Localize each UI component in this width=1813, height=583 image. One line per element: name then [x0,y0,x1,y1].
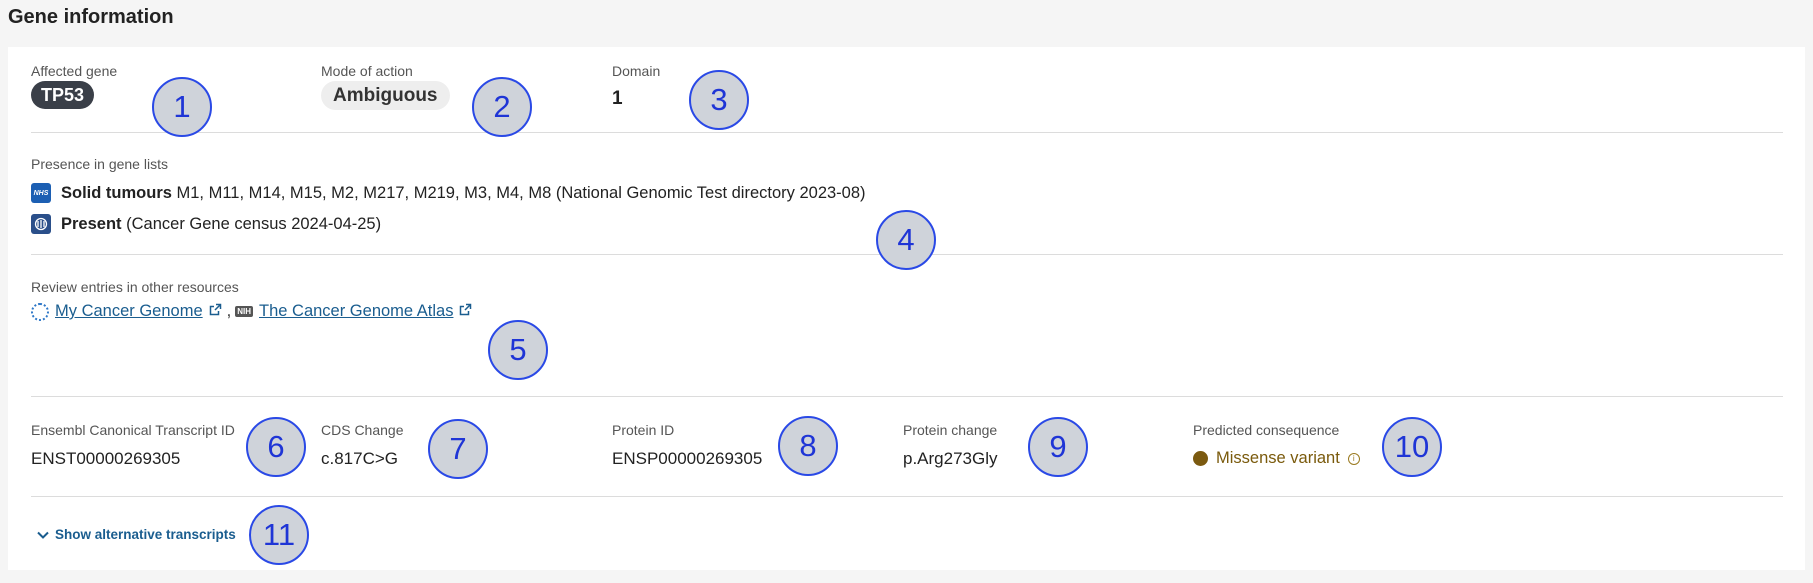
gene-list-detail: M1, M11, M14, M15, M2, M217, M219, M3, M… [176,183,866,202]
gene-list-title: Solid tumours [61,183,172,202]
external-link-icon [209,302,222,321]
annotation-marker-4: 4 [876,210,936,270]
divider [31,132,1783,133]
affected-gene-badge[interactable]: TP53 [31,81,95,109]
cancer-genome-atlas-link[interactable]: The Cancer Genome Atlas [259,302,453,321]
page-title: Gene information [8,6,174,28]
domain-label: Domain [612,63,661,79]
cds-change-value: c.817C>G [321,449,399,468]
resource-links: My Cancer Genome , NIH The Cancer Genome… [31,302,477,321]
gene-info-card: Affected gene TP53 Mode of action Ambigu… [8,47,1805,570]
affected-gene-value: TP53 [31,81,95,109]
annotation-marker-10: 10 [1382,417,1442,477]
predicted-consequence-label: Predicted consequence [1193,422,1340,438]
nih-icon: NIH [235,306,254,317]
cds-change-label: CDS Change [321,422,404,438]
my-cancer-genome-link[interactable]: My Cancer Genome [55,302,203,321]
annotation-marker-3: 3 [689,70,749,130]
annotation-marker-2: 2 [472,77,532,137]
annotation-marker-7: 7 [428,419,488,479]
cancer-gene-census-icon [31,214,51,234]
ensembl-transcript-label: Ensembl Canonical Transcript ID [31,422,235,438]
affected-gene-label: Affected gene [31,63,118,79]
my-cancer-genome-icon [31,302,49,321]
external-link-icon [459,302,472,321]
annotation-marker-5: 5 [488,320,548,380]
divider [31,496,1783,497]
consequence-dot-icon [1193,451,1208,466]
gene-list-detail: (Cancer Gene census 2024-04-25) [126,214,382,233]
chevron-down-icon [37,527,49,542]
domain-value: 1 [612,88,623,109]
protein-change-value: p.Arg273Gly [903,449,998,468]
divider [31,396,1783,397]
annotation-marker-9: 9 [1028,417,1088,477]
show-alternative-transcripts-label: Show alternative transcripts [55,527,236,542]
show-alternative-transcripts-button[interactable]: Show alternative transcripts [37,527,236,542]
link-separator: , [226,302,232,320]
mode-of-action-value: Ambiguous [321,81,450,110]
gene-list-item: Present (Cancer Gene census 2024-04-25) [31,214,381,234]
gene-list-item: NHS Solid tumours M1, M11, M14, M15, M2,… [31,183,866,203]
predicted-consequence: Missense variant i [1193,449,1360,468]
info-icon[interactable]: i [1347,452,1360,465]
annotation-marker-1: 1 [152,77,212,137]
mode-of-action-badge: Ambiguous [321,81,450,110]
gene-list-title: Present [61,214,122,233]
protein-id-label: Protein ID [612,422,675,438]
protein-change-label: Protein change [903,422,998,438]
predicted-consequence-value: Missense variant [1216,449,1340,467]
annotation-marker-8: 8 [778,416,838,476]
mode-of-action-label: Mode of action [321,63,413,79]
gene-lists-label: Presence in gene lists [31,156,168,172]
resources-label: Review entries in other resources [31,279,239,295]
ensembl-transcript-value: ENST00000269305 [31,449,181,468]
protein-id-value: ENSP00000269305 [612,449,763,468]
nhs-icon: NHS [31,183,51,203]
annotation-marker-6: 6 [246,417,306,477]
annotation-marker-11: 11 [249,505,309,565]
